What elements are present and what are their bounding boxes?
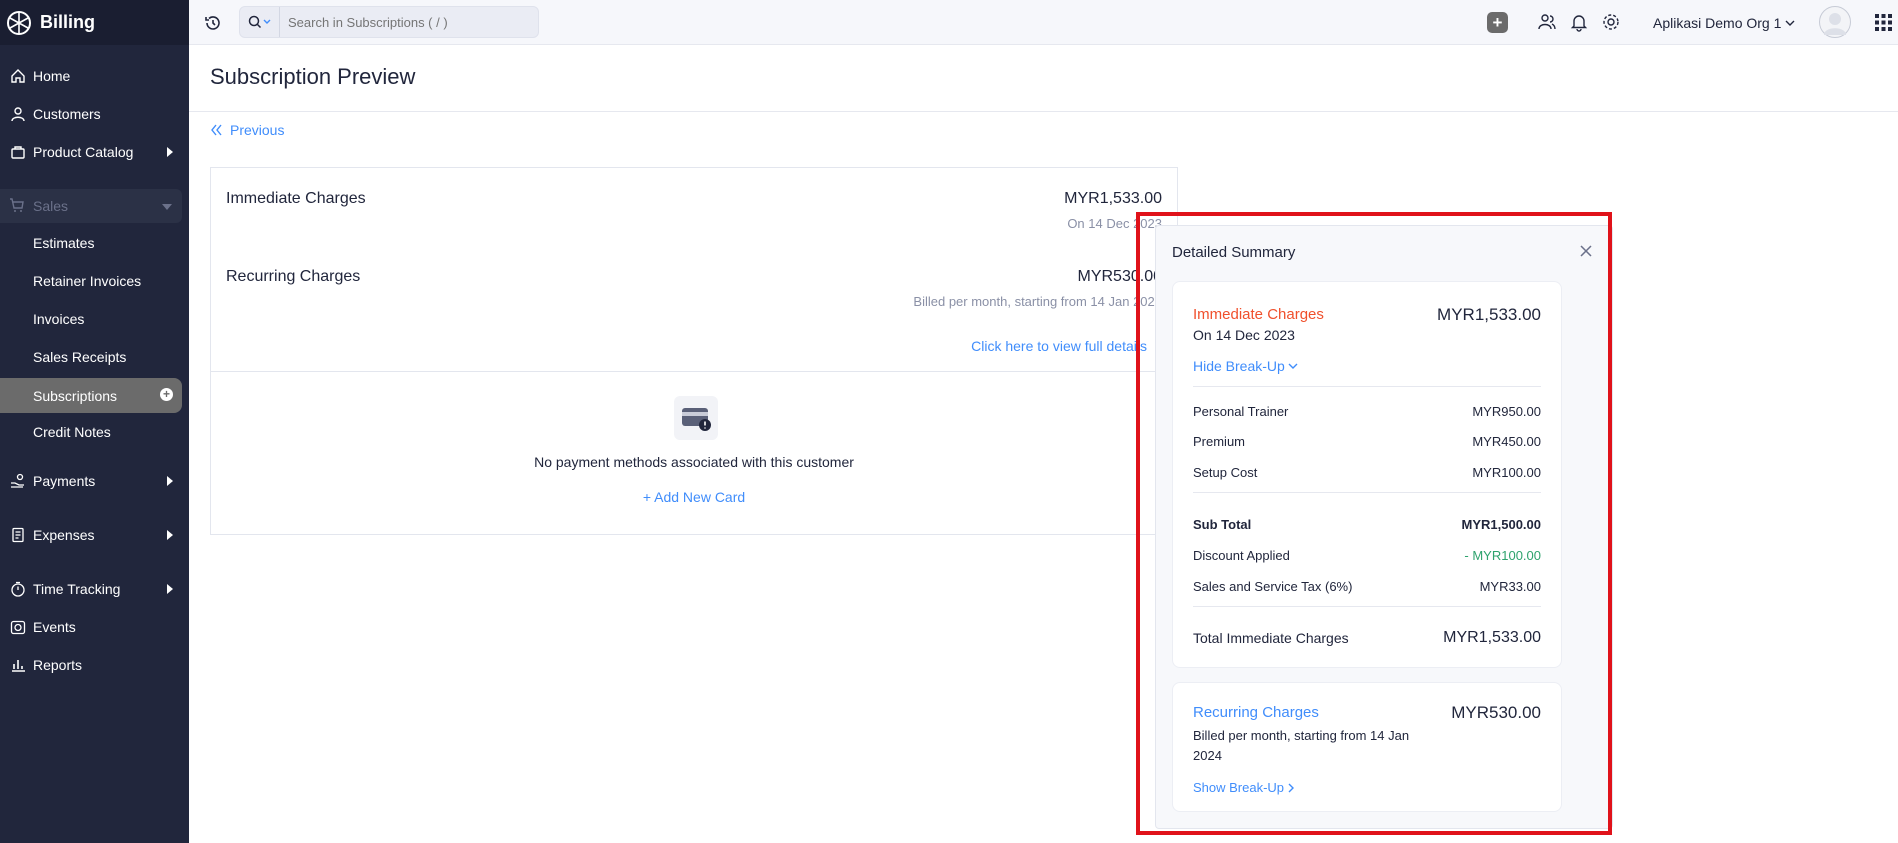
avatar[interactable]: [1819, 6, 1851, 38]
sidebar-sub-retainer-invoices[interactable]: Retainer Invoices: [0, 265, 189, 297]
sidebar-sub-subscriptions[interactable]: Subscriptions +: [0, 378, 182, 413]
sidebar-sub-label: Retainer Invoices: [33, 273, 142, 289]
credit-card-warning-icon: [674, 396, 718, 440]
top-bar: + Aplikasi Demo Org 1: [189, 0, 1898, 45]
sidebar-item-payments[interactable]: Payments: [0, 465, 189, 497]
sidebar: Billing Home Customers Product Catalog S…: [0, 0, 189, 843]
sidebar-item-customers[interactable]: Customers: [0, 98, 189, 130]
bell-icon[interactable]: [1569, 12, 1589, 37]
page-title: Subscription Preview: [210, 64, 416, 89]
hand-coin-icon: [9, 472, 27, 490]
sidebar-item-sales[interactable]: Sales: [0, 189, 182, 223]
sidebar-sub-invoices[interactable]: Invoices: [0, 303, 189, 335]
search-input[interactable]: [280, 13, 520, 31]
sidebar-sub-label: Invoices: [33, 311, 85, 327]
camera-icon: [9, 618, 27, 636]
immediate-charges-label: Immediate Charges: [226, 190, 366, 207]
home-icon: [9, 67, 27, 85]
sidebar-item-label: Expenses: [33, 527, 95, 543]
sidebar-item-label: Reports: [33, 657, 83, 673]
recurring-charges-label: Recurring Charges: [226, 268, 361, 285]
chevron-right-icon: [167, 476, 173, 486]
chevron-down-icon: [1785, 20, 1795, 26]
sidebar-sub-credit-notes[interactable]: Credit Notes: [0, 416, 189, 448]
sidebar-item-expenses[interactable]: Expenses: [0, 519, 189, 551]
org-switcher[interactable]: Aplikasi Demo Org 1: [1653, 0, 1795, 45]
stopwatch-icon: [9, 580, 27, 598]
previous-link[interactable]: Previous: [210, 122, 284, 138]
sidebar-item-label: Payments: [33, 473, 96, 489]
billing-logo-icon: [7, 10, 31, 35]
sidebar-sub-label: Sales Receipts: [33, 349, 127, 365]
sidebar-sub-sales-receipts[interactable]: Sales Receipts: [0, 341, 189, 373]
sidebar-sub-label: Subscriptions: [33, 387, 118, 404]
view-full-details-link[interactable]: Click here to view full details: [971, 338, 1147, 354]
card-divider: [211, 371, 1177, 372]
sidebar-sub-label: Estimates: [33, 235, 95, 251]
bag-icon: [9, 143, 27, 161]
receipt-icon: [9, 526, 27, 544]
title-divider: [189, 111, 1898, 112]
sidebar-item-label: Sales: [33, 198, 69, 214]
users-icon[interactable]: [1537, 12, 1557, 37]
sidebar-sub-label: Credit Notes: [33, 424, 111, 440]
search-icon[interactable]: [240, 7, 280, 37]
annotation-highlight-box: [1136, 212, 1612, 835]
search-bar[interactable]: [239, 6, 539, 38]
immediate-charges-amount: MYR1,533.00: [1064, 190, 1162, 207]
cart-icon: [9, 197, 27, 215]
sidebar-sub-estimates[interactable]: Estimates: [0, 227, 189, 259]
recent-history-icon[interactable]: [203, 13, 223, 38]
chevron-right-icon: [167, 584, 173, 594]
sidebar-item-label: Home: [33, 68, 71, 84]
chevron-right-icon: [167, 147, 173, 157]
gear-icon[interactable]: [1601, 12, 1621, 37]
apps-grid-icon[interactable]: [1875, 14, 1892, 36]
no-payment-methods-text: No payment methods associated with this …: [534, 454, 854, 470]
bar-chart-icon: [9, 656, 27, 674]
sidebar-item-product-catalog[interactable]: Product Catalog: [0, 136, 189, 168]
sidebar-item-home[interactable]: Home: [0, 60, 189, 92]
chevron-down-icon: [162, 204, 172, 210]
sidebar-item-label: Product Catalog: [33, 144, 134, 160]
sidebar-item-reports[interactable]: Reports: [0, 649, 189, 681]
add-subscription-icon[interactable]: +: [160, 388, 173, 401]
recurring-charges-note: Billed per month, starting from 14 Jan 2…: [913, 294, 1162, 309]
sidebar-item-label: Time Tracking: [33, 581, 121, 597]
sidebar-item-time-tracking[interactable]: Time Tracking: [0, 573, 189, 605]
double-chevron-left-icon: [211, 124, 222, 136]
chevron-right-icon: [167, 530, 173, 540]
add-new-card-link[interactable]: + Add New Card: [211, 489, 1177, 505]
sidebar-item-events[interactable]: Events: [0, 611, 189, 643]
app-name: Billing: [40, 12, 95, 32]
user-icon: [9, 105, 27, 123]
sidebar-item-label: Events: [33, 619, 76, 635]
quick-create-icon[interactable]: +: [1487, 12, 1508, 33]
org-name: Aplikasi Demo Org 1: [1653, 14, 1782, 31]
brand[interactable]: Billing: [0, 0, 189, 45]
subscription-summary-card: Immediate Charges MYR1,533.00 On 14 Dec …: [210, 167, 1178, 535]
sidebar-item-label: Customers: [33, 106, 101, 122]
previous-label: Previous: [230, 122, 285, 138]
